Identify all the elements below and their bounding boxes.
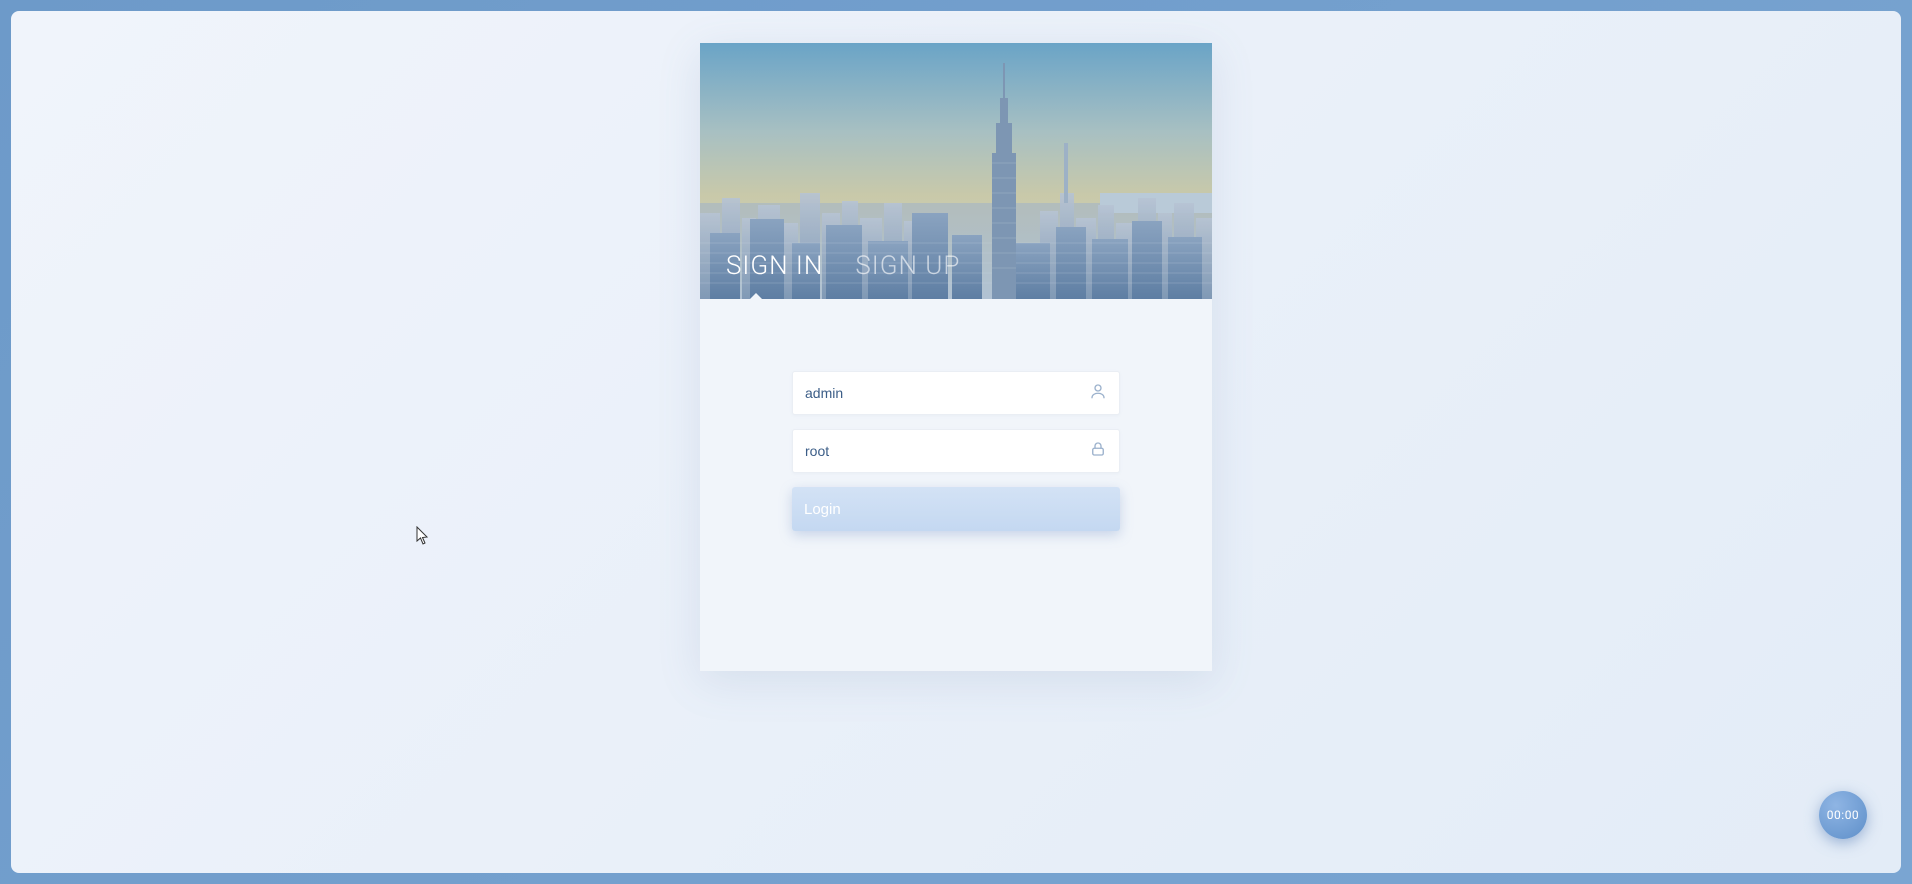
password-input[interactable]: [805, 443, 1089, 459]
login-form: Login: [700, 299, 1212, 671]
tab-sign-up[interactable]: SIGN UP: [855, 251, 960, 281]
auth-tabs: SIGN IN SIGN UP: [726, 251, 960, 281]
timer-value: 00:00: [1827, 808, 1859, 822]
timer-badge[interactable]: 00:00: [1819, 791, 1867, 839]
hero-image: SIGN IN SIGN UP: [700, 43, 1212, 299]
lock-icon: [1089, 440, 1107, 462]
password-row: [792, 429, 1120, 473]
mouse-cursor: [416, 526, 430, 546]
username-input[interactable]: [805, 385, 1089, 401]
tab-sign-in[interactable]: SIGN IN: [726, 251, 823, 281]
login-card: SIGN IN SIGN UP: [700, 43, 1212, 671]
user-icon: [1089, 382, 1107, 404]
page-frame: SIGN IN SIGN UP: [11, 11, 1901, 873]
login-button[interactable]: Login: [792, 487, 1120, 531]
username-row: [792, 371, 1120, 415]
